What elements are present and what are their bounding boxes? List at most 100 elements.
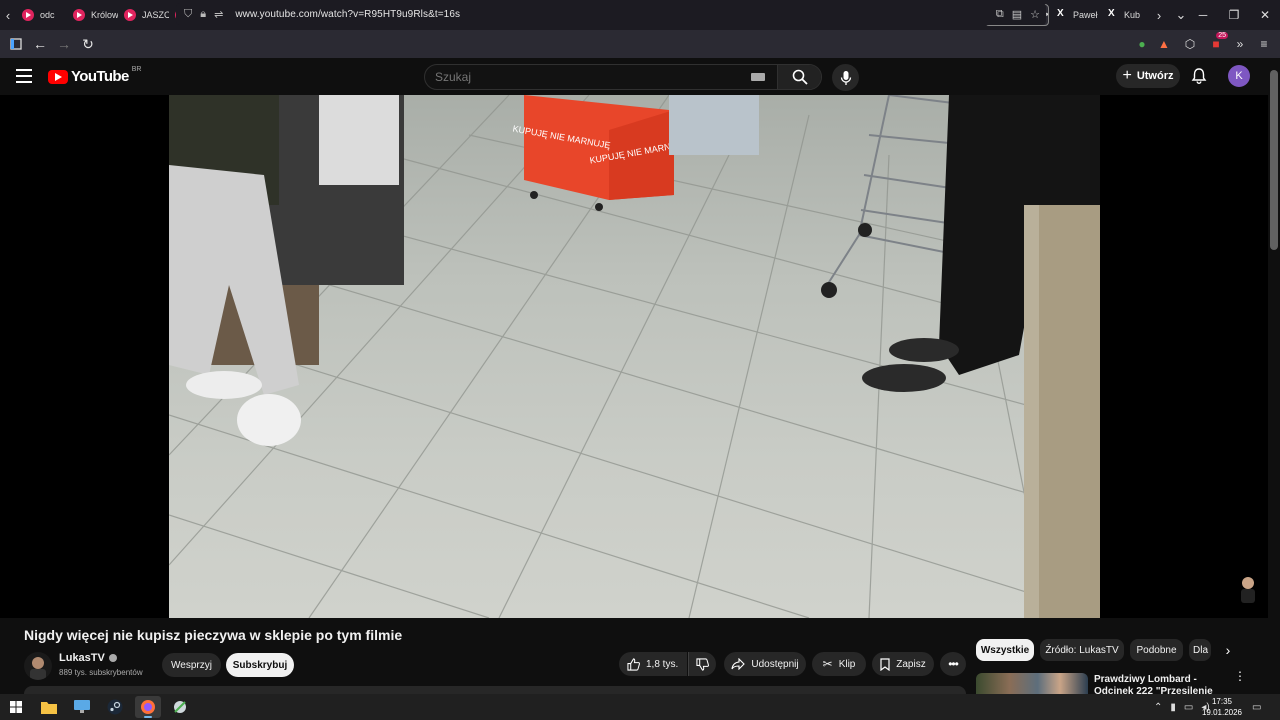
- support-button[interactable]: Wesprzyj: [162, 653, 221, 677]
- restore-icon[interactable]: ❐: [1218, 0, 1250, 30]
- create-button[interactable]: + Utwórz: [1116, 64, 1180, 88]
- x-icon: [1106, 8, 1118, 21]
- extension-shield-icon[interactable]: ●: [1130, 30, 1154, 58]
- app-menu-icon[interactable]: ≡: [1252, 30, 1276, 58]
- youtube-icon: [124, 9, 136, 21]
- scrollbar-thumb[interactable]: [1270, 70, 1278, 250]
- shield-icon[interactable]: ⛉: [184, 8, 192, 21]
- lock-icon[interactable]: 🔒︎: [200, 8, 206, 21]
- browser-tab[interactable]: Paweł: [1049, 4, 1100, 26]
- firefox-icon[interactable]: [135, 696, 161, 718]
- verified-icon: [108, 654, 117, 662]
- browser-tab[interactable]: odc: [16, 4, 67, 26]
- save-button[interactable]: Zapisz: [872, 652, 934, 676]
- page-scrollbar[interactable]: [1268, 58, 1280, 694]
- corner-face-icon[interactable]: [1238, 575, 1258, 603]
- plus-icon: +: [1122, 67, 1132, 84]
- close-window-icon[interactable]: ✕: [1249, 0, 1280, 30]
- permissions-icon[interactable]: ⇌: [214, 8, 223, 21]
- scissors-icon: ✂: [822, 657, 833, 671]
- chip-source[interactable]: Źródło: LukasTV: [1040, 639, 1124, 661]
- search-input[interactable]: [425, 70, 751, 84]
- taskbar-clock[interactable]: 17:35 19.01.2026: [1200, 696, 1244, 718]
- voice-search-button[interactable]: [832, 64, 859, 91]
- monitor-app-icon[interactable]: [72, 697, 92, 717]
- chip-related[interactable]: Podobne: [1130, 639, 1183, 661]
- extension-badge-icon[interactable]: ■ 25: [1204, 30, 1228, 58]
- tab-label: Kub: [1124, 10, 1141, 20]
- notifications-icon[interactable]: ▭: [1252, 694, 1261, 720]
- recommendation-title[interactable]: Prawdziwy Lombard - Odcinek 222 "Przesil…: [1094, 674, 1234, 694]
- extension-fox-icon[interactable]: ▲: [1152, 30, 1176, 58]
- microphone-tray-icon[interactable]: ▮: [1170, 702, 1176, 713]
- description-box[interactable]: [24, 686, 966, 694]
- ellipsis-icon: •••: [948, 657, 959, 671]
- forward-icon[interactable]: →: [52, 32, 76, 56]
- youtube-wordmark: YouTube: [71, 68, 129, 85]
- create-label: Utwórz: [1136, 70, 1174, 82]
- extensions-puzzle-icon[interactable]: ⬡: [1178, 30, 1202, 58]
- youtube-play-icon: [48, 69, 68, 84]
- search-button[interactable]: [777, 65, 821, 89]
- back-icon[interactable]: ←: [28, 32, 52, 56]
- youtube-icon: [22, 9, 34, 21]
- windows-taskbar: ⌃ ▮ ▭ ◂) 17:35 19.01.2026 ▭: [0, 694, 1280, 720]
- chip-for-you[interactable]: Dla: [1189, 639, 1211, 661]
- bookmark-star-icon[interactable]: ☆: [1030, 8, 1040, 21]
- subscribe-button[interactable]: Subskrybuj: [226, 653, 294, 677]
- url-bar-actions: ⧉ ▤ ☆: [996, 3, 1040, 25]
- like-button[interactable]: 1,8 tys.: [619, 652, 687, 676]
- url-text[interactable]: www.youtube.com/watch?v=R95HT9u9Rls&t=16…: [235, 9, 460, 20]
- browser-tab[interactable]: Kub: [1100, 4, 1151, 26]
- channel-name[interactable]: LukasTV: [59, 652, 105, 664]
- browser-tab[interactable]: JASZC: [118, 4, 169, 26]
- reload-icon[interactable]: ↻: [76, 32, 100, 56]
- tool-app-icon[interactable]: [170, 697, 190, 717]
- tab-label: Królow: [91, 10, 118, 20]
- search-box: [424, 64, 822, 90]
- browser-tab[interactable]: Królow: [67, 4, 118, 26]
- chips-next-icon[interactable]: ›: [1218, 640, 1238, 660]
- overflow-chevrons-icon[interactable]: »: [1228, 30, 1252, 58]
- youtube-logo[interactable]: YouTube BR: [48, 66, 141, 85]
- video-frame[interactable]: KUPUJĘ NIE MARNUJĘ KUPUJĘ NIE MARNUJĘ: [169, 95, 1100, 618]
- channel-avatar[interactable]: [24, 652, 52, 680]
- channel-name-row[interactable]: LukasTV: [59, 652, 117, 664]
- tab-label: Paweł: [1073, 10, 1098, 20]
- tab-label: odc: [40, 10, 55, 20]
- clip-label: Klip: [838, 658, 856, 670]
- dislike-button[interactable]: [688, 652, 716, 676]
- sidebar-toggle-icon[interactable]: [4, 32, 28, 56]
- tab-scroll-right-icon[interactable]: ›: [1151, 0, 1167, 30]
- keyboard-icon[interactable]: [751, 73, 765, 81]
- account-avatar[interactable]: K: [1228, 65, 1250, 87]
- picture-in-picture-icon[interactable]: ⧉: [996, 8, 1004, 21]
- steam-icon[interactable]: [105, 697, 125, 717]
- chip-all[interactable]: Wszystkie: [976, 639, 1034, 661]
- share-icon: [731, 658, 746, 670]
- clip-button[interactable]: ✂ Klip: [812, 652, 866, 676]
- tab-scroll-left-icon[interactable]: ‹: [0, 0, 16, 30]
- recommendation-thumbnail[interactable]: [976, 673, 1088, 694]
- recommendation-menu-icon[interactable]: ⋮: [1234, 670, 1246, 688]
- tray-expand-icon[interactable]: ⌃: [1154, 702, 1162, 713]
- network-icon[interactable]: ▭: [1184, 702, 1193, 713]
- url-bar[interactable]: ⛉ 🔒︎ ⇌ www.youtube.com/watch?v=R95HT9u9R…: [176, 3, 1046, 25]
- search-icon: [792, 69, 808, 85]
- windows-start-icon[interactable]: [6, 697, 26, 717]
- more-actions-button[interactable]: •••: [940, 652, 966, 676]
- reader-view-icon[interactable]: ▤: [1012, 8, 1022, 21]
- minimize-icon[interactable]: ─: [1187, 0, 1219, 30]
- browser-navbar: ← → ↻: [0, 30, 1280, 58]
- video-player[interactable]: KUPUJĘ NIE MARNUJĘ KUPUJĘ NIE MARNUJĘ: [0, 95, 1268, 618]
- youtube-icon: [73, 9, 85, 21]
- thumbs-up-icon: [627, 657, 640, 671]
- file-explorer-icon[interactable]: [39, 697, 59, 717]
- tab-label: JASZC: [142, 10, 169, 20]
- video-scene: KUPUJĘ NIE MARNUJĘ KUPUJĘ NIE MARNUJĘ: [169, 95, 1100, 618]
- notifications-bell-icon[interactable]: [1190, 67, 1208, 85]
- guide-menu-icon[interactable]: [16, 69, 32, 83]
- share-button[interactable]: Udostępnij: [724, 652, 806, 676]
- save-label: Zapisz: [896, 658, 926, 670]
- subscriber-count: 889 tys. subskrybentów: [59, 668, 143, 677]
